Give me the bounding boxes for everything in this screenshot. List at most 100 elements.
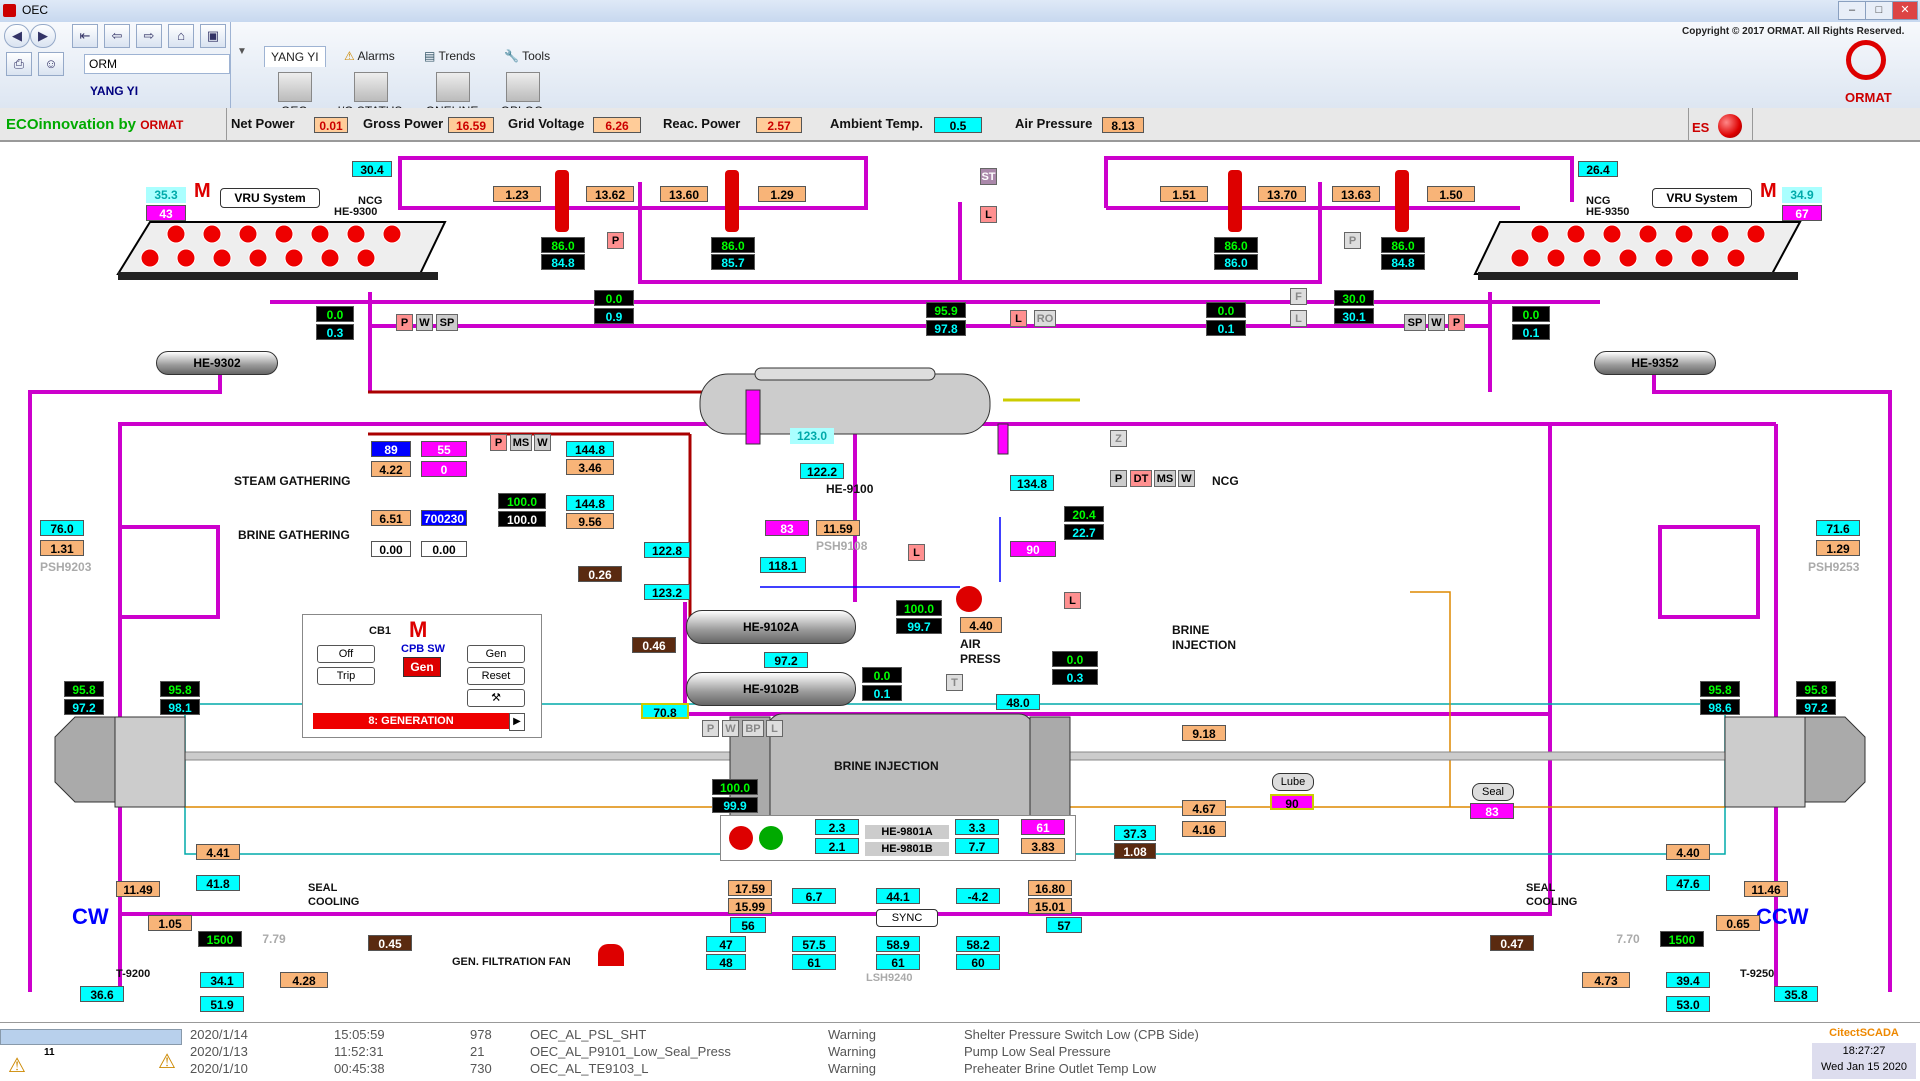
he-9102b[interactable]: HE-9102B xyxy=(686,672,856,706)
vru-system-right[interactable]: VRU System xyxy=(1652,188,1752,208)
maximize-button[interactable]: □ xyxy=(1865,1,1893,20)
close-button[interactable]: ✕ xyxy=(1892,1,1918,20)
val-9-18: 9.18 xyxy=(1182,725,1226,741)
clock-time: 18:27:27 xyxy=(1842,1045,1886,1057)
sg-0: 0 xyxy=(421,461,467,477)
g-48: 48 xyxy=(706,954,746,970)
right-top-temp: 26.4 xyxy=(1578,161,1618,177)
vru-system-left[interactable]: VRU System xyxy=(220,188,320,208)
btn-st[interactable]: ST xyxy=(980,168,997,185)
brine-gathering: BRINE GATHERING xyxy=(238,528,350,542)
tab-tools[interactable]: 🔧 Tools xyxy=(498,46,556,66)
pump1-icon[interactable] xyxy=(555,170,569,232)
h-61: 61 xyxy=(1021,819,1065,835)
he-9801b[interactable]: HE-9801B xyxy=(865,842,949,856)
tab-alarms[interactable]: ⚠ Alarms xyxy=(338,46,401,66)
btn-bp[interactable]: BP xyxy=(742,720,764,737)
page-oneline-icon[interactable] xyxy=(436,72,470,102)
btn-w-bp[interactable]: W xyxy=(722,720,739,737)
btn-l-mid[interactable]: L xyxy=(1010,310,1027,327)
he-9801a[interactable]: HE-9801A xyxy=(865,825,949,839)
btn-p-steam[interactable]: P xyxy=(490,434,507,451)
home-icon[interactable]: ⌂ xyxy=(168,24,194,48)
pump-red-icon[interactable] xyxy=(729,826,753,850)
seal-cooling-left-2: COOLING xyxy=(308,896,360,908)
he-9302[interactable]: HE-9302 xyxy=(156,351,278,375)
page-oplog-icon[interactable] xyxy=(506,72,540,102)
page-io-status-icon[interactable] xyxy=(354,72,388,102)
btn-ms-steam[interactable]: MS xyxy=(510,434,532,451)
minimize-button[interactable]: – xyxy=(1838,1,1866,20)
pump4-icon[interactable] xyxy=(1395,170,1409,232)
user-field[interactable]: ORM xyxy=(84,54,230,74)
btn-t[interactable]: T xyxy=(946,674,963,691)
btn-l-right[interactable]: L xyxy=(1290,310,1307,327)
btn-w-9302[interactable]: W xyxy=(416,314,433,331)
seal-label[interactable]: Seal xyxy=(1472,783,1514,801)
air-compressor-icon[interactable] xyxy=(956,586,982,612)
first-page-icon[interactable]: ⇤ xyxy=(72,24,98,48)
he-9352[interactable]: HE-9352 xyxy=(1594,351,1716,375)
forward-icon[interactable]: ▶ xyxy=(30,24,56,48)
btn-ms-9100[interactable]: MS xyxy=(1154,470,1176,487)
btn-p-9100[interactable]: P xyxy=(1110,470,1127,487)
prev-page-icon[interactable]: ⇦ xyxy=(104,24,130,48)
chevron-down-icon[interactable]: ▼ xyxy=(237,46,247,57)
sync-button[interactable]: SYNC xyxy=(876,909,938,927)
g-57: 57 xyxy=(1046,917,1082,933)
btn-w-steam[interactable]: W xyxy=(534,434,551,451)
btn-sp-9352[interactable]: SP xyxy=(1404,314,1426,331)
alarm-scroll[interactable] xyxy=(0,1029,182,1045)
back-icon[interactable]: ◀ xyxy=(4,24,30,48)
g-61b: 61 xyxy=(876,954,920,970)
btn-l-brine[interactable]: L xyxy=(1064,592,1081,609)
pump2-icon[interactable] xyxy=(725,170,739,232)
btn-sp-9302[interactable]: SP xyxy=(436,314,458,331)
off-button[interactable]: Off xyxy=(317,645,375,663)
lube-label[interactable]: Lube xyxy=(1272,773,1314,791)
fan-icon[interactable] xyxy=(598,944,624,966)
g-47: 47 xyxy=(706,936,746,952)
tab-trends[interactable]: ▤ Trends xyxy=(418,46,481,66)
ambient-label: Ambient Temp. xyxy=(830,116,923,131)
emergency-stop-button[interactable] xyxy=(1718,114,1742,138)
btn-p-right[interactable]: P xyxy=(1344,232,1361,249)
g-16-80: 16.80 xyxy=(1028,880,1072,896)
btn-p-9302[interactable]: P xyxy=(396,314,413,331)
wrench-icon[interactable]: ⚒ xyxy=(467,689,525,707)
tab-yang-yi[interactable]: YANG YI xyxy=(264,46,326,67)
next-page-icon[interactable]: ⇨ xyxy=(136,24,162,48)
trip-button[interactable]: Trip xyxy=(317,667,375,685)
btn-p-left[interactable]: P xyxy=(607,232,624,249)
gen-button[interactable]: Gen xyxy=(467,645,525,663)
left-ltc: 35.3 xyxy=(146,187,186,203)
user-icon[interactable]: ☺ xyxy=(38,52,64,76)
play-icon[interactable]: ▶ xyxy=(509,713,525,731)
pump1-a: 86.0 xyxy=(541,237,585,253)
btn-l-bp[interactable]: L xyxy=(766,720,783,737)
btn-l-top[interactable]: L xyxy=(980,206,997,223)
btn-p-9352[interactable]: P xyxy=(1448,314,1465,331)
page-oec-icon[interactable] xyxy=(278,72,312,102)
pump3-icon[interactable] xyxy=(1228,170,1242,232)
btn-l-preheat[interactable]: L xyxy=(908,544,925,561)
vl1-a: 0.0 xyxy=(594,290,634,306)
btn-dt[interactable]: DT xyxy=(1130,470,1152,487)
reset-button[interactable]: Reset xyxy=(467,667,525,685)
btn-w-9352[interactable]: W xyxy=(1428,314,1445,331)
he-9102a[interactable]: HE-9102A xyxy=(686,610,856,644)
btn-z[interactable]: Z xyxy=(1110,430,1127,447)
left-top-temp: 30.4 xyxy=(352,161,392,177)
btn-p-bp[interactable]: P xyxy=(702,720,719,737)
val-11-59: 11.59 xyxy=(816,520,860,536)
btn-ro[interactable]: RO xyxy=(1034,310,1056,327)
bi-a: 0.0 xyxy=(1052,651,1098,667)
window-icon[interactable]: ▣ xyxy=(200,24,226,48)
pump-green-icon[interactable] xyxy=(759,826,783,850)
printer-icon[interactable]: ⎙ xyxy=(6,52,32,76)
btn-w-9100[interactable]: W xyxy=(1178,470,1195,487)
gen-filtration-fan: GEN. FILTRATION FAN xyxy=(452,956,571,968)
alarm-bell-icon[interactable]: ⚠ xyxy=(8,1053,26,1078)
btn-f[interactable]: F xyxy=(1290,288,1307,305)
right-ltc: 34.9 xyxy=(1782,187,1822,203)
